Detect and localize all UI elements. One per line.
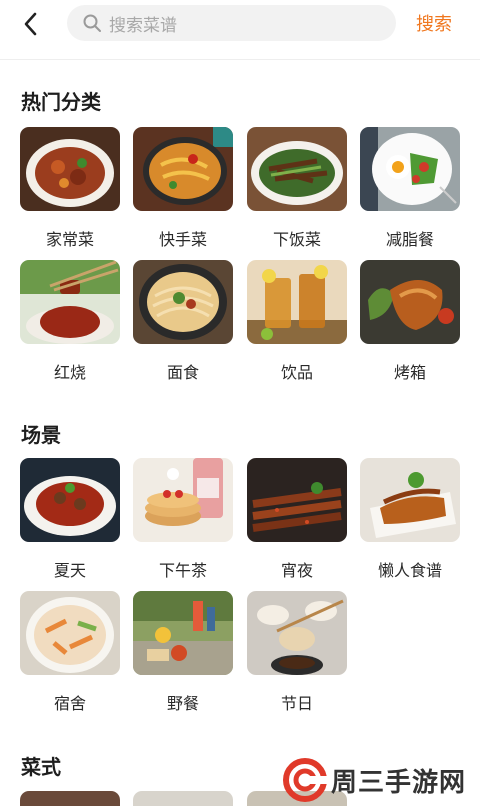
category-tile-jianzhican[interactable]: [360, 127, 460, 211]
dish-image: [133, 260, 233, 344]
style-tile-partial[interactable]: [133, 791, 233, 806]
category-label: 红烧: [53, 363, 86, 382]
dish-image: [20, 591, 120, 675]
scene-label: 野餐: [166, 694, 199, 713]
scene-tile-sushe[interactable]: [20, 591, 120, 675]
category-label: 减脂餐: [385, 230, 434, 249]
scene-tile-xiawucha[interactable]: [133, 458, 233, 542]
scene-label: 节日: [280, 694, 313, 713]
category-tile-kuaishoucai[interactable]: [133, 127, 233, 211]
section-title-scene: 场景: [21, 423, 61, 447]
back-arrow-icon[interactable]: [18, 10, 46, 38]
scene-label: 宿舍: [53, 694, 86, 713]
style-tile-partial[interactable]: [20, 791, 120, 806]
category-tile-yinpin[interactable]: [247, 260, 347, 344]
search-button[interactable]: 搜索: [416, 10, 452, 36]
search-input[interactable]: 搜索菜谱: [67, 5, 396, 41]
dish-image: [247, 458, 347, 542]
dish-image: [20, 791, 120, 806]
scene-tile-yecan[interactable]: [133, 591, 233, 675]
dish-image: [133, 127, 233, 211]
dish-image: [20, 127, 120, 211]
watermark-text: 周三手游网: [331, 767, 467, 798]
watermark: 周三手游网: [283, 758, 466, 802]
watermark-logo-icon: [283, 758, 327, 802]
scene-tile-xiaoye[interactable]: [247, 458, 347, 542]
scene-label: 夏天: [53, 561, 86, 580]
category-label: 烤箱: [393, 363, 426, 382]
dish-image: [133, 458, 233, 542]
category-tile-xiafancai[interactable]: [247, 127, 347, 211]
category-label: 快手菜: [158, 230, 207, 249]
scene-label: 懒人食谱: [377, 561, 442, 580]
category-label: 饮品: [280, 363, 313, 382]
category-tile-mianshi[interactable]: [133, 260, 233, 344]
scene-label: 宵夜: [280, 561, 313, 580]
dish-image: [360, 260, 460, 344]
dish-image: [247, 127, 347, 211]
scene-label: 下午茶: [158, 561, 207, 580]
dish-image: [133, 591, 233, 675]
dish-image: [360, 458, 460, 542]
dish-image: [247, 591, 347, 675]
header-divider: [0, 59, 480, 60]
dish-image: [133, 791, 233, 806]
search-placeholder: 搜索菜谱: [109, 15, 177, 36]
category-label: 下饭菜: [272, 230, 321, 249]
category-label: 家常菜: [45, 230, 94, 249]
section-title-dish-style: 菜式: [21, 755, 61, 779]
dish-image: [360, 127, 460, 211]
scene-tile-lanren[interactable]: [360, 458, 460, 542]
dish-image: [20, 260, 120, 344]
dish-image: [247, 260, 347, 344]
category-tile-hongshao[interactable]: [20, 260, 120, 344]
top-bar: 搜索菜谱 搜索: [0, 0, 480, 48]
search-icon: [83, 14, 101, 32]
category-tile-kaoxiang[interactable]: [360, 260, 460, 344]
dish-image: [20, 458, 120, 542]
scene-tile-xiatian[interactable]: [20, 458, 120, 542]
category-label: 面食: [166, 363, 199, 382]
category-tile-jiachangcai[interactable]: [20, 127, 120, 211]
section-title-hot: 热门分类: [21, 90, 101, 114]
scene-tile-jieri[interactable]: [247, 591, 347, 675]
